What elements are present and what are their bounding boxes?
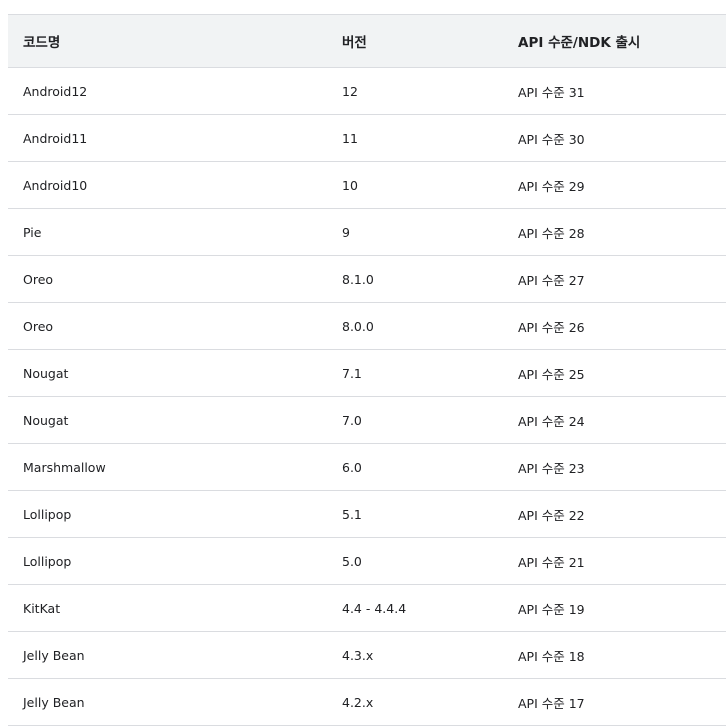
table-row: Oreo 8.0.0 API 수준 26 bbox=[8, 302, 726, 350]
cell-version: 7.1 bbox=[327, 349, 503, 397]
cell-api-level: API 수준 24 bbox=[503, 396, 726, 444]
table-row: Jelly Bean 4.2.x API 수준 17 bbox=[8, 678, 726, 726]
cell-api-level: API 수준 27 bbox=[503, 255, 726, 303]
cell-api-level: API 수준 22 bbox=[503, 490, 726, 538]
table-header: 코드명 버전 API 수준/NDK 출시 bbox=[8, 14, 726, 68]
table-row: Nougat 7.1 API 수준 25 bbox=[8, 349, 726, 397]
cell-version: 8.0.0 bbox=[327, 302, 503, 350]
cell-version: 4.3.x bbox=[327, 631, 503, 679]
cell-version: 6.0 bbox=[327, 443, 503, 491]
table-row: Lollipop 5.1 API 수준 22 bbox=[8, 490, 726, 538]
cell-codename: Android11 bbox=[8, 114, 327, 162]
cell-api-level: API 수준 23 bbox=[503, 443, 726, 491]
cell-codename: Nougat bbox=[8, 396, 327, 444]
header-version: 버전 bbox=[327, 14, 503, 68]
table-row: Android12 12 API 수준 31 bbox=[8, 67, 726, 115]
android-versions-table-container: 코드명 버전 API 수준/NDK 출시 Android12 12 API 수준… bbox=[8, 14, 726, 726]
table-row: Oreo 8.1.0 API 수준 27 bbox=[8, 255, 726, 303]
cell-codename: Pie bbox=[8, 208, 327, 256]
table-row: KitKat 4.4 - 4.4.4 API 수준 19 bbox=[8, 584, 726, 632]
table-row: Nougat 7.0 API 수준 24 bbox=[8, 396, 726, 444]
table-row: Lollipop 5.0 API 수준 21 bbox=[8, 537, 726, 585]
cell-codename: Oreo bbox=[8, 302, 327, 350]
header-codename: 코드명 bbox=[8, 14, 327, 68]
cell-api-level: API 수준 17 bbox=[503, 678, 726, 726]
table-row: Android10 10 API 수준 29 bbox=[8, 161, 726, 209]
cell-codename: Android12 bbox=[8, 67, 327, 115]
table-row: Jelly Bean 4.3.x API 수준 18 bbox=[8, 631, 726, 679]
cell-codename: Lollipop bbox=[8, 537, 327, 585]
cell-codename: Jelly Bean bbox=[8, 678, 327, 726]
cell-version: 8.1.0 bbox=[327, 255, 503, 303]
cell-api-level: API 수준 28 bbox=[503, 208, 726, 256]
android-versions-table: 코드명 버전 API 수준/NDK 출시 Android12 12 API 수준… bbox=[8, 14, 726, 726]
cell-version: 9 bbox=[327, 208, 503, 256]
cell-version: 5.0 bbox=[327, 537, 503, 585]
cell-codename: Marshmallow bbox=[8, 443, 327, 491]
cell-api-level: API 수준 25 bbox=[503, 349, 726, 397]
cell-api-level: API 수준 19 bbox=[503, 584, 726, 632]
cell-version: 11 bbox=[327, 114, 503, 162]
cell-api-level: API 수준 29 bbox=[503, 161, 726, 209]
cell-api-level: API 수준 31 bbox=[503, 67, 726, 115]
table-row: Pie 9 API 수준 28 bbox=[8, 208, 726, 256]
cell-api-level: API 수준 18 bbox=[503, 631, 726, 679]
cell-version: 4.2.x bbox=[327, 678, 503, 726]
cell-version: 4.4 - 4.4.4 bbox=[327, 584, 503, 632]
cell-codename: Nougat bbox=[8, 349, 327, 397]
cell-codename: Jelly Bean bbox=[8, 631, 327, 679]
cell-api-level: API 수준 26 bbox=[503, 302, 726, 350]
cell-api-level: API 수준 30 bbox=[503, 114, 726, 162]
cell-codename: Lollipop bbox=[8, 490, 327, 538]
cell-version: 7.0 bbox=[327, 396, 503, 444]
cell-codename: Oreo bbox=[8, 255, 327, 303]
cell-codename: Android10 bbox=[8, 161, 327, 209]
table-body: Android12 12 API 수준 31 Android11 11 API … bbox=[8, 67, 726, 726]
cell-version: 10 bbox=[327, 161, 503, 209]
cell-version: 12 bbox=[327, 67, 503, 115]
table-row: Marshmallow 6.0 API 수준 23 bbox=[8, 443, 726, 491]
cell-codename: KitKat bbox=[8, 584, 327, 632]
table-row: Android11 11 API 수준 30 bbox=[8, 114, 726, 162]
cell-api-level: API 수준 21 bbox=[503, 537, 726, 585]
cell-version: 5.1 bbox=[327, 490, 503, 538]
header-row: 코드명 버전 API 수준/NDK 출시 bbox=[8, 14, 726, 68]
header-api-level: API 수준/NDK 출시 bbox=[503, 14, 726, 68]
